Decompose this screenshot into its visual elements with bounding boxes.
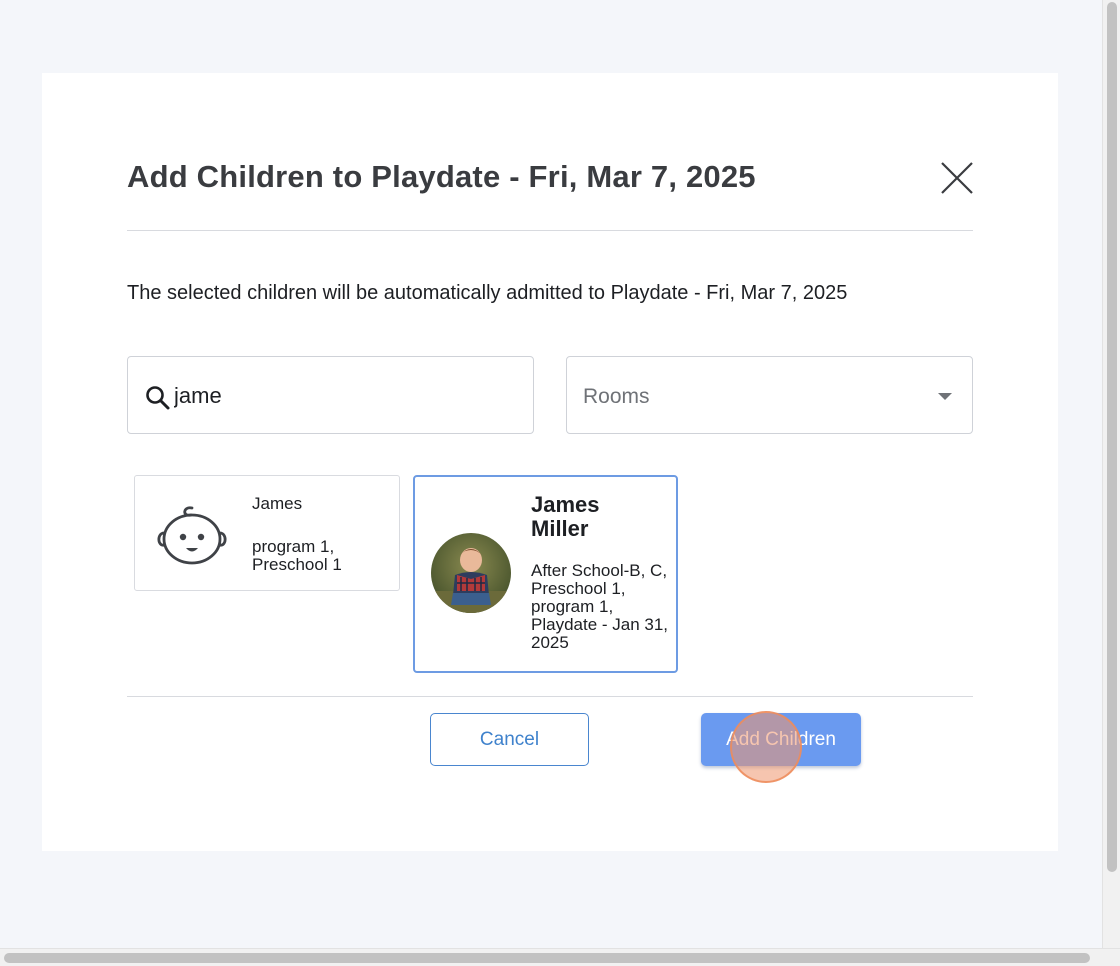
- rooms-dropdown[interactable]: Rooms: [566, 356, 973, 434]
- search-field[interactable]: [127, 356, 534, 434]
- child-card-james-miller[interactable]: James Miller After School-B, C, Preschoo…: [413, 475, 678, 673]
- child-programs: program 1, Preschool 1: [252, 537, 342, 574]
- cancel-button[interactable]: Cancel: [430, 713, 589, 766]
- baby-face-icon: [157, 506, 227, 565]
- child-avatar: [431, 533, 511, 613]
- modal-subtitle: The selected children will be automatica…: [127, 282, 848, 304]
- close-icon: [941, 162, 973, 194]
- child-programs: After School-B, C, Preschool 1, program …: [531, 561, 669, 652]
- horizontal-scrollbar-thumb[interactable]: [4, 953, 1090, 963]
- child-name: James: [252, 494, 303, 513]
- page: Add Children to Playdate - Fri, Mar 7, 2…: [0, 0, 1120, 966]
- search-icon: [146, 386, 170, 410]
- vertical-scrollbar-thumb[interactable]: [1107, 2, 1117, 872]
- footer-divider: [127, 696, 973, 697]
- vertical-scrollbar[interactable]: [1102, 0, 1120, 948]
- header-divider: [127, 230, 973, 231]
- horizontal-scrollbar[interactable]: [0, 948, 1120, 966]
- add-children-modal: Add Children to Playdate - Fri, Mar 7, 2…: [42, 73, 1058, 851]
- close-button[interactable]: [938, 159, 976, 197]
- add-children-button[interactable]: Add Children: [701, 713, 861, 766]
- chevron-down-icon: [938, 393, 952, 400]
- search-input[interactable]: [174, 379, 514, 413]
- rooms-dropdown-label: Rooms: [583, 385, 650, 408]
- child-card-james[interactable]: James program 1, Preschool 1: [134, 475, 400, 591]
- child-name: James Miller: [531, 492, 600, 541]
- modal-title: Add Children to Playdate - Fri, Mar 7, 2…: [127, 159, 756, 194]
